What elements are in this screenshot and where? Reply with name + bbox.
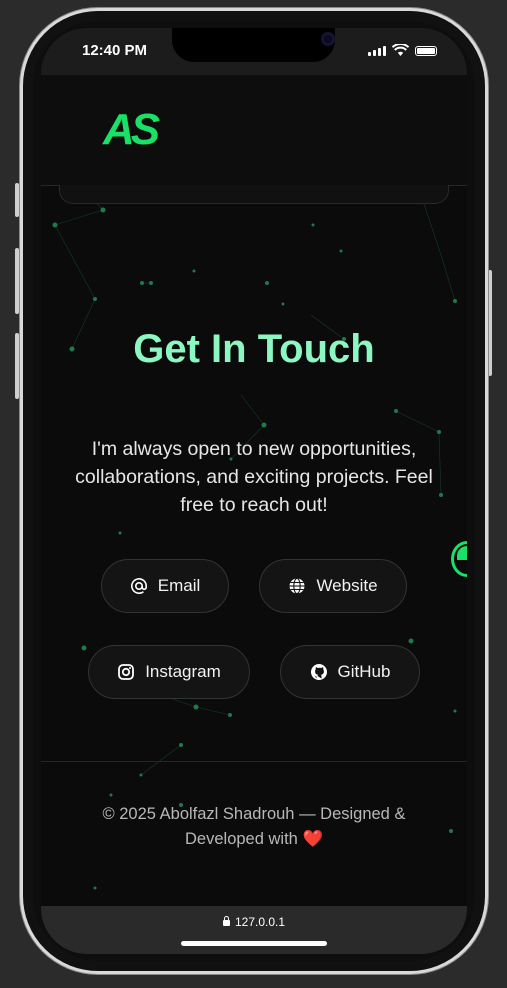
volume-up-button[interactable] — [15, 248, 19, 314]
cellular-signal-icon — [368, 46, 386, 56]
at-icon — [130, 577, 148, 595]
browser-url-bar[interactable]: 127.0.0.1 — [41, 906, 467, 954]
wifi-icon — [392, 44, 409, 56]
site-logo[interactable]: AS — [103, 105, 160, 155]
volume-down-button[interactable] — [15, 333, 19, 399]
github-icon — [310, 663, 328, 681]
dynamic-island — [172, 28, 335, 62]
page-description: I'm always open to new opportunities, co… — [75, 438, 433, 516]
page-title: Get In Touch — [133, 327, 375, 371]
status-icons — [368, 44, 437, 56]
mobile-menu-panel — [59, 185, 449, 204]
camera-icon — [321, 32, 335, 46]
heart-icon: ❤️ — [302, 830, 323, 848]
email-link-button[interactable]: Email — [101, 559, 229, 613]
site-header: AS — [41, 75, 467, 186]
github-link-label: GitHub — [337, 662, 391, 681]
status-time: 12:40 PM — [82, 42, 148, 59]
page-content: AS Get In Touch I'm always open to new o… — [41, 75, 467, 906]
email-link-label: Email — [157, 576, 201, 595]
action-button[interactable] — [15, 183, 19, 217]
power-button[interactable] — [488, 270, 492, 376]
instagram-icon — [117, 663, 135, 681]
instagram-link-label: Instagram — [145, 662, 221, 681]
phone-screen: 12:40 PM AS Get In Touch I'm always open… — [41, 28, 467, 954]
footer-text: © 2025 Abolfazl Shadrouh — Designed & De… — [102, 805, 406, 848]
url-text: 127.0.0.1 — [234, 915, 286, 929]
battery-icon — [415, 46, 437, 56]
footer-divider — [41, 761, 467, 762]
website-link-label: Website — [316, 576, 378, 595]
home-indicator[interactable] — [181, 941, 327, 946]
globe-icon — [288, 577, 306, 595]
github-link-button[interactable]: GitHub — [280, 645, 420, 699]
url-display[interactable]: 127.0.0.1 — [41, 915, 467, 929]
website-link-button[interactable]: Website — [259, 559, 407, 613]
lock-icon — [222, 916, 230, 926]
site-footer: © 2025 Abolfazl Shadrouh — Designed & De… — [81, 802, 427, 852]
instagram-link-button[interactable]: Instagram — [88, 645, 250, 699]
